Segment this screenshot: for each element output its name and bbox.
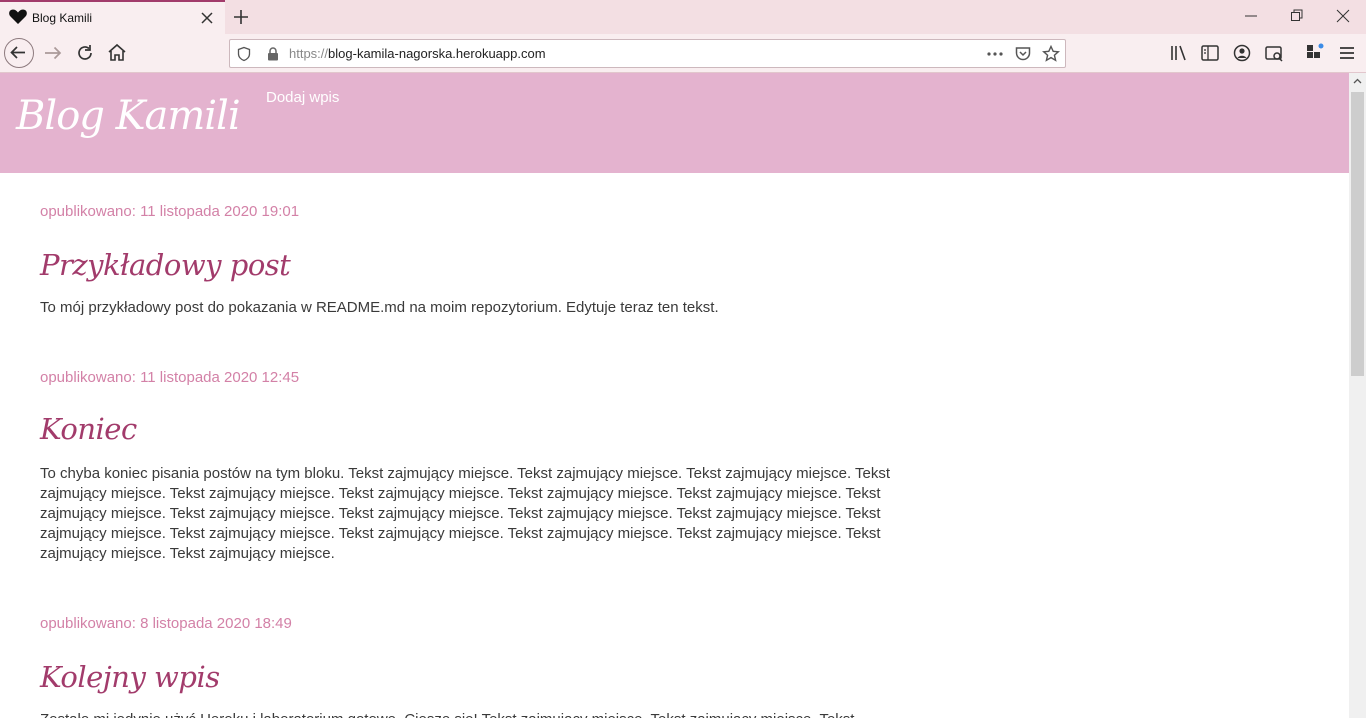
home-icon[interactable]: [106, 42, 128, 64]
minimize-icon[interactable]: [1244, 8, 1258, 24]
post-body: To mój przykładowy post do pokazania w R…: [40, 299, 719, 316]
lock-icon[interactable]: [265, 46, 281, 62]
extensions-icon[interactable]: [1304, 42, 1326, 64]
add-post-link[interactable]: Dodaj wpis: [266, 89, 339, 106]
tracking-shield-icon[interactable]: [236, 46, 252, 62]
browser-window: Blog Kamili https://blog-kamila-nagorska…: [0, 0, 1366, 718]
library-icon[interactable]: [1168, 42, 1190, 64]
site-logo[interactable]: Blog Kamili: [16, 93, 241, 139]
site-header: Blog Kamili Dodaj wpis: [0, 73, 1349, 173]
post-item: opublikowano: 11 listopada 2020 19:01 Pr…: [40, 203, 719, 316]
url-text: https://blog-kamila-nagorska.herokuapp.c…: [289, 46, 546, 61]
post-title-link[interactable]: Przykładowy post: [40, 248, 291, 282]
page-content: Blog Kamili Dodaj wpis opublikowano: 11 …: [0, 73, 1349, 718]
close-tab-icon[interactable]: [199, 10, 215, 26]
heart-icon: [9, 9, 27, 24]
back-arrow-icon: [10, 46, 25, 59]
post-title-link[interactable]: Kolejny wpis: [40, 660, 220, 694]
new-tab-icon[interactable]: [231, 7, 251, 27]
menu-icon[interactable]: [1336, 42, 1358, 64]
post-date: opublikowano: 8 listopada 2020 18:49: [40, 615, 292, 632]
tab-strip: Blog Kamili: [0, 0, 1366, 34]
post-title-link[interactable]: Koniec: [40, 412, 137, 446]
screenshot-icon[interactable]: [1263, 42, 1285, 64]
post-date: opublikowano: 11 listopada 2020 19:01: [40, 203, 300, 220]
pocket-icon[interactable]: [1014, 45, 1032, 63]
account-icon[interactable]: [1231, 42, 1253, 64]
restore-icon[interactable]: [1290, 8, 1304, 24]
post-item: opublikowano: 11 listopada 2020 12:45 Ko…: [40, 369, 890, 562]
address-bar[interactable]: https://blog-kamila-nagorska.herokuapp.c…: [229, 39, 1066, 68]
post-body: To chyba koniec pisania postów na tym bl…: [40, 465, 891, 562]
reload-icon[interactable]: [74, 42, 96, 64]
more-actions-icon[interactable]: [985, 46, 1005, 62]
tab-blog-kamili[interactable]: Blog Kamili: [0, 0, 225, 34]
back-button[interactable]: [4, 38, 34, 68]
post-date: opublikowano: 11 listopada 2020 12:45: [40, 369, 300, 386]
scrollbar-thumb[interactable]: [1351, 92, 1364, 376]
post-item: opublikowano: 8 listopada 2020 18:49 Kol…: [40, 615, 854, 718]
tab-title: Blog Kamili: [32, 11, 93, 25]
forward-arrow-icon[interactable]: [42, 42, 64, 64]
sidebar-icon[interactable]: [1199, 42, 1221, 64]
post-body: Zostało mi jedynie użyć Heroku i laborat…: [40, 710, 900, 718]
navigation-toolbar: https://blog-kamila-nagorska.herokuapp.c…: [0, 34, 1366, 73]
bookmark-star-icon[interactable]: [1042, 45, 1060, 63]
scroll-up-arrow-icon[interactable]: [1352, 76, 1363, 87]
close-window-icon[interactable]: [1336, 8, 1350, 24]
